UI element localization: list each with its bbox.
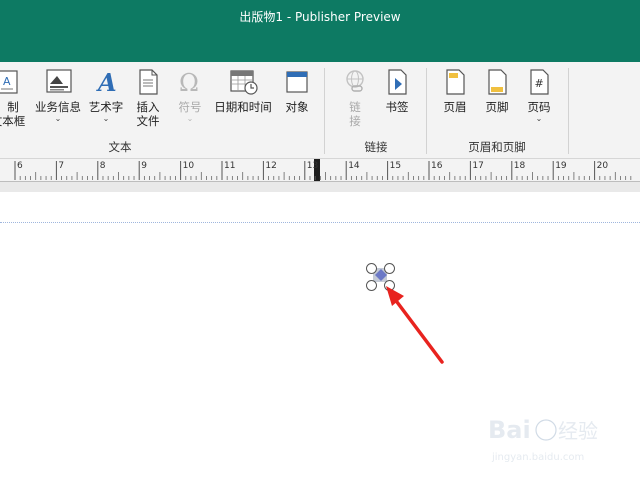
svg-text:Ω: Ω	[179, 69, 199, 96]
business-info-icon	[44, 68, 72, 96]
ruler-number: 18	[513, 161, 526, 171]
svg-text:经验: 经验	[558, 419, 598, 443]
ruler-number: 19	[555, 161, 567, 171]
ruler-number: 17	[472, 161, 484, 171]
wordart-label: 艺术字	[88, 100, 124, 114]
wordart-icon: A	[92, 68, 120, 97]
ruler-number: 20	[596, 161, 609, 171]
datetime-button[interactable]: 日期和时间	[212, 68, 274, 138]
group-separator	[568, 68, 569, 154]
resize-handle[interactable]	[366, 263, 377, 274]
ruler-number: 13	[306, 161, 319, 171]
horizontal-ruler[interactable]: 6 7 8 9 10 11 12 13 14 15 16 17 18 19 20	[0, 159, 640, 182]
window-title: 出版物1 - Publisher Preview	[239, 10, 401, 24]
datetime-label: 日期和时间	[214, 100, 272, 114]
svg-text:A: A	[3, 75, 11, 88]
workspace-top-strip	[0, 182, 640, 192]
header-label: 页眉	[443, 100, 467, 114]
symbol-button[interactable]: Ω 符号 ⌄	[172, 68, 208, 138]
ruler-number: 14	[348, 161, 360, 171]
ribbon: A 制 文本框 业务信息 ⌄ A 艺术字 ⌄	[0, 62, 640, 159]
insert-file-label: 插入 文件	[136, 100, 160, 128]
footer-button[interactable]: 页脚	[480, 68, 514, 138]
resize-handle[interactable]	[384, 263, 395, 274]
svg-text:A: A	[96, 68, 117, 96]
ruler-number: 16	[431, 161, 443, 171]
links-group-label: 链接	[364, 140, 388, 154]
footer-label: 页脚	[485, 100, 509, 114]
ruler-number: 11	[224, 161, 236, 171]
title-bar: 出版物1 - Publisher Preview	[0, 0, 640, 62]
chevron-down-icon: ⌄	[54, 114, 62, 123]
page-number-label: 页码	[527, 100, 551, 114]
wordart-button[interactable]: A 艺术字 ⌄	[86, 68, 126, 138]
business-info-button[interactable]: 业务信息 ⌄	[34, 68, 82, 138]
footer-icon	[483, 68, 511, 96]
header-icon	[441, 68, 469, 96]
object-label: 对象	[285, 100, 309, 114]
ruler-number: 7	[58, 161, 65, 171]
business-info-label: 业务信息	[35, 100, 81, 114]
calendar-clock-icon	[229, 68, 258, 96]
annotation-arrow	[386, 286, 444, 364]
ruler-ticks	[14, 161, 632, 180]
object-button[interactable]: 对象	[280, 68, 314, 138]
file-icon	[134, 68, 162, 96]
resize-handle[interactable]	[366, 280, 377, 291]
group-separator	[324, 68, 325, 154]
svg-text:jingyan.baidu.com: jingyan.baidu.com	[491, 452, 584, 463]
margin-guide	[0, 222, 640, 223]
object-icon	[283, 68, 311, 96]
draw-textbox-label: 制 文本框	[0, 100, 26, 128]
bookmark-label: 书签	[385, 100, 409, 114]
baidu-watermark-logo: Bai 经验 jingyan.baidu.com	[488, 416, 598, 463]
link-label: 链 接	[349, 100, 361, 128]
page-number-button[interactable]: # 页码 ⌄	[522, 68, 556, 138]
insert-file-button[interactable]: 插入 文件	[130, 68, 166, 138]
ruler-number: 15	[389, 161, 402, 171]
header-button[interactable]: 页眉	[438, 68, 472, 138]
link-icon	[341, 68, 369, 96]
link-button[interactable]: 链 接	[338, 68, 372, 138]
bookmark-button[interactable]: 书签	[380, 68, 414, 138]
chevron-down-icon: ⌄	[102, 114, 110, 123]
chevron-down-icon: ⌄	[186, 114, 194, 123]
ruler-number: 8	[99, 161, 106, 171]
text-group-label: 文本	[108, 140, 132, 154]
svg-text:#: #	[535, 77, 544, 90]
ruler-number: 6	[17, 161, 23, 171]
page-number-icon: #	[525, 68, 553, 96]
ruler-number: 12	[265, 161, 277, 171]
chevron-down-icon: ⌄	[535, 114, 543, 123]
textbox-icon: A	[0, 68, 22, 96]
svg-text:Bai: Bai	[488, 416, 531, 444]
header-footer-group-label: 页眉和页脚	[468, 140, 526, 154]
bookmark-icon	[383, 68, 411, 96]
ruler-number: 9	[141, 161, 147, 171]
ruler-number: 10	[182, 161, 195, 171]
omega-icon: Ω	[176, 68, 204, 97]
draw-textbox-button[interactable]: A 制 文本框	[0, 68, 28, 138]
symbol-label: 符号	[178, 100, 202, 114]
group-separator	[426, 68, 427, 154]
